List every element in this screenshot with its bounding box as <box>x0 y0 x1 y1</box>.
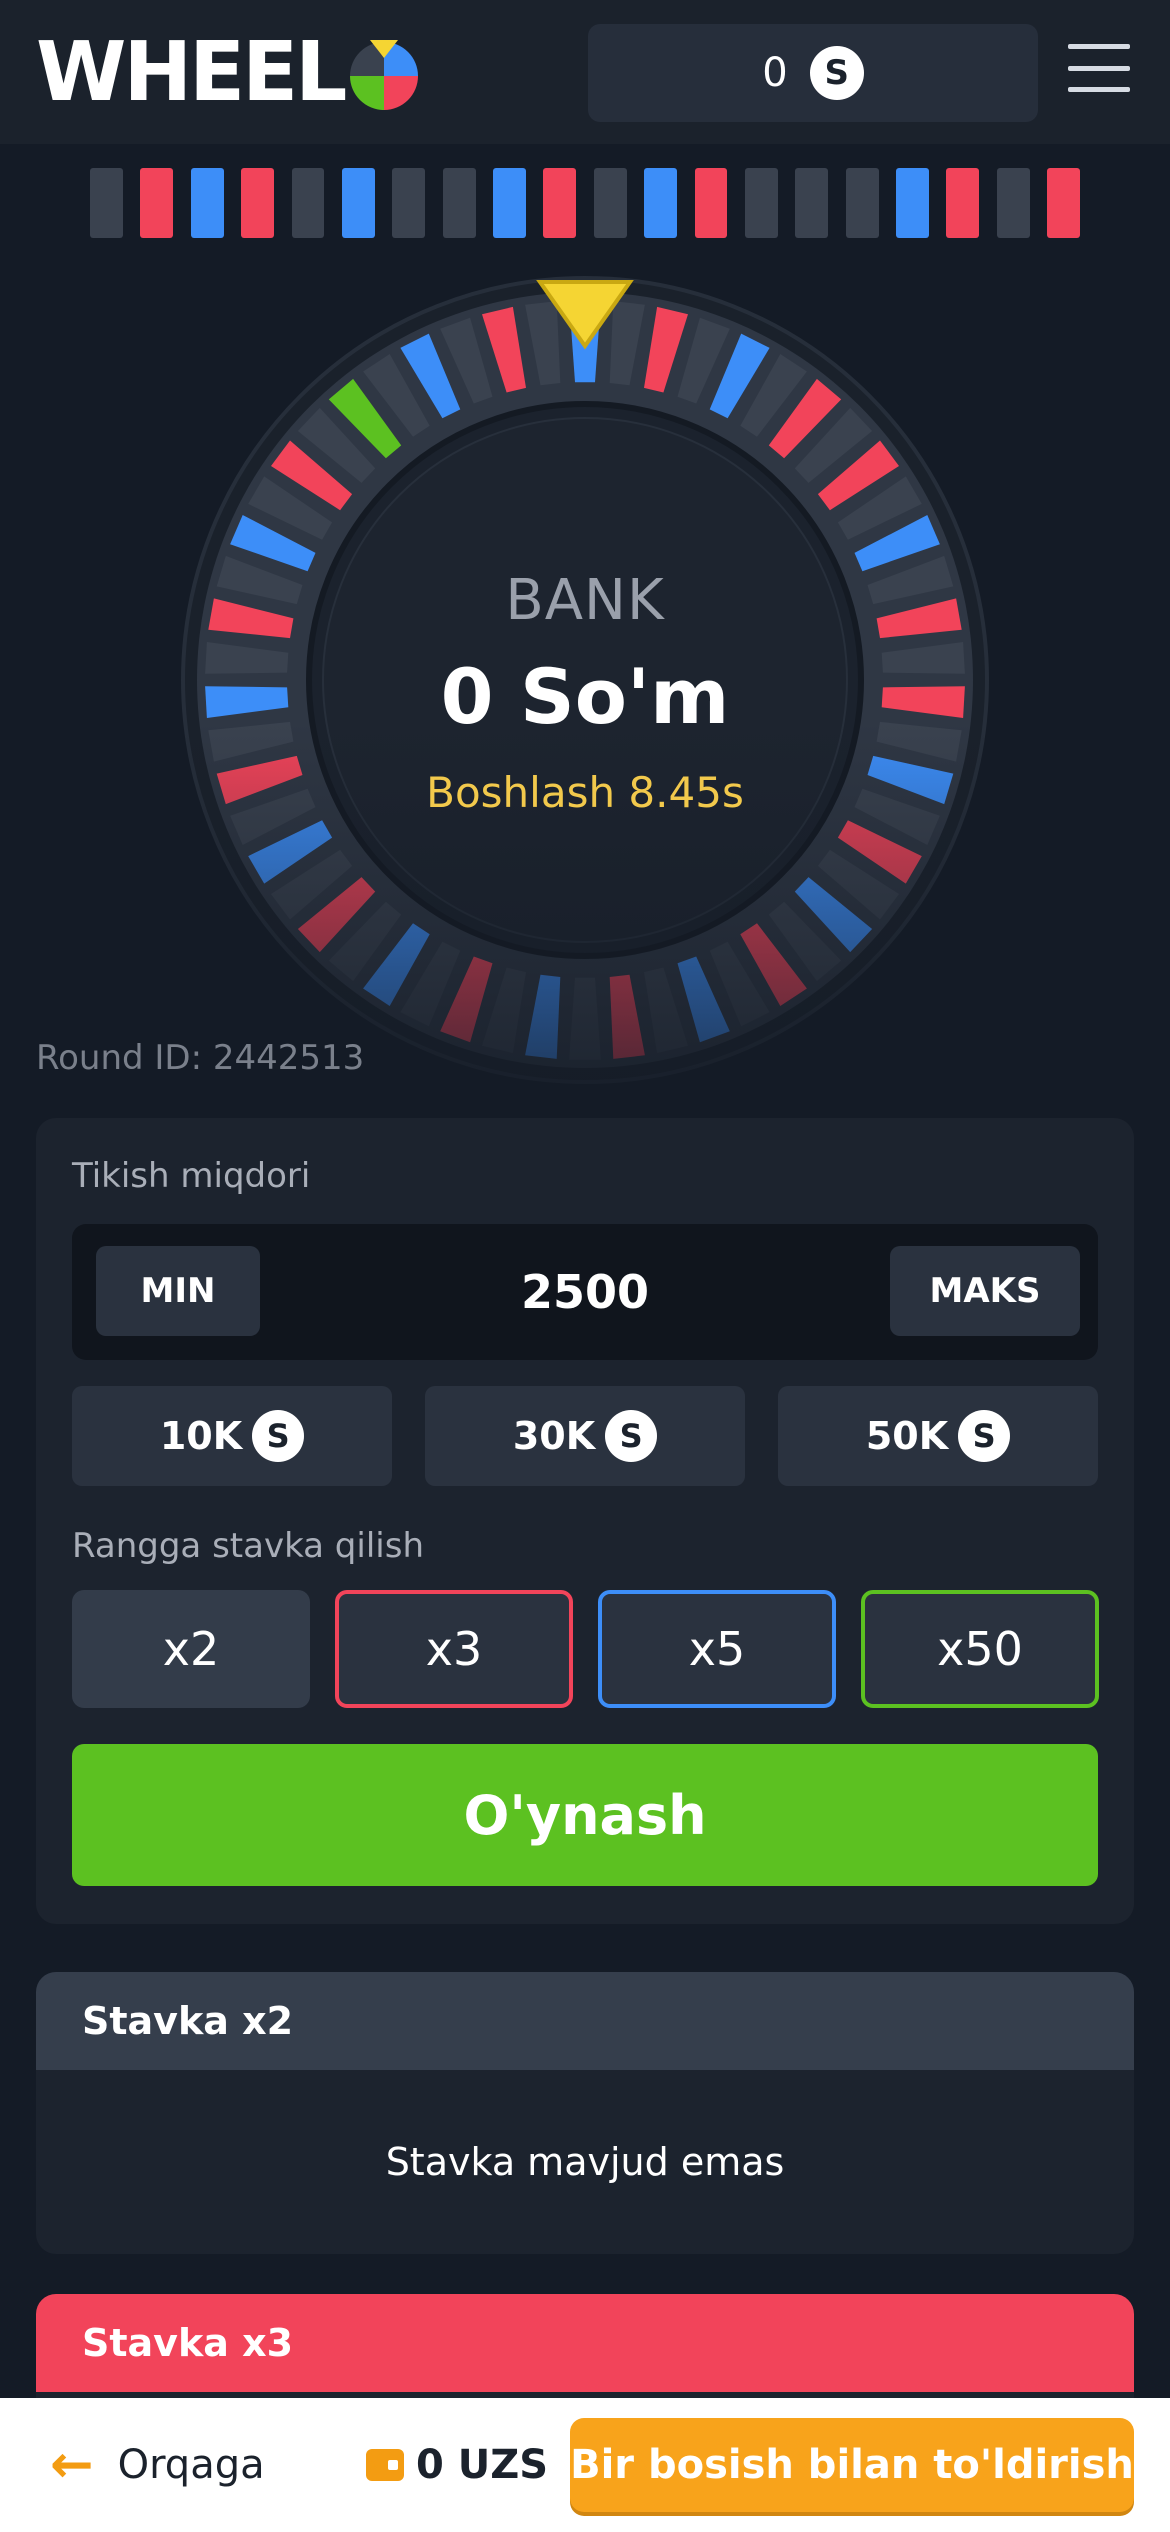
stakes-empty-text: Stavka mavjud emas <box>385 2140 785 2184</box>
quick-bet-30k-button[interactable]: 30K S <box>425 1386 745 1486</box>
history-item-dark <box>845 168 879 238</box>
history-item-red <box>694 168 728 238</box>
bet-x2-button[interactable]: x2 <box>72 1590 310 1708</box>
history-item-blue <box>896 168 929 238</box>
quick-bet-label: 10K <box>159 1414 243 1458</box>
quick-bet-label: 30K <box>512 1414 596 1458</box>
coin-icon: S <box>809 46 864 100</box>
arrow-left-icon: ← <box>50 2435 94 2495</box>
spin-wheel <box>175 270 995 1090</box>
bet-amount-input[interactable]: 2500 <box>372 1224 798 1360</box>
stakes-x2-card: Stavka x2 Stavka mavjud emas <box>36 1972 1134 2254</box>
history-item-blue <box>644 168 678 238</box>
uzs-balance-value: 0 UZS <box>416 2442 549 2488</box>
bet-amount-field: MIN 2500 MAKS <box>72 1224 1098 1360</box>
logo-text: WHEEL <box>36 25 347 120</box>
history-item-blue <box>341 168 375 238</box>
history-item-dark <box>291 168 325 238</box>
wheel-logo-icon <box>350 40 419 110</box>
quick-bet-label: 50K <box>865 1414 949 1458</box>
menu-line <box>1068 87 1130 92</box>
history-item-red <box>1047 168 1081 238</box>
bet-amount-label: Tikish miqdori <box>72 1156 311 1196</box>
hamburger-menu-icon[interactable] <box>1068 44 1130 92</box>
balance-display[interactable]: 0 S <box>588 24 1038 122</box>
history-item-dark <box>795 168 829 238</box>
history-item-red <box>946 168 980 238</box>
wheel-fade <box>175 270 995 1090</box>
history-item-dark <box>442 168 476 238</box>
quick-bet-50k-button[interactable]: 50K S <box>778 1386 1098 1486</box>
coin-icon: S <box>252 1410 305 1462</box>
uzs-balance: 0 UZS <box>366 2398 548 2532</box>
stakes-x3-card: Stavka x3 <box>36 2294 1134 2398</box>
history-item-red <box>140 168 174 238</box>
history-item-blue <box>190 168 224 238</box>
back-label: Orqaga <box>117 2442 265 2488</box>
history-item-dark <box>996 168 1030 238</box>
bottom-bar: ← Orqaga 0 UZS Bir bosish bilan to'ldiri… <box>0 2398 1170 2532</box>
bet-panel: Tikish miqdori MIN 2500 MAKS 10K S 30K S… <box>36 1118 1134 1924</box>
bet-x5-button[interactable]: x5 <box>598 1590 836 1708</box>
balance-value: 0 <box>762 50 788 96</box>
history-item-dark <box>392 168 426 238</box>
quick-bet-10k-button[interactable]: 10K S <box>72 1386 392 1486</box>
logo[interactable]: WHEEL <box>36 28 420 118</box>
history-item-blue <box>493 168 526 238</box>
min-button[interactable]: MIN <box>96 1246 260 1336</box>
topup-button[interactable]: Bir bosish bilan to'ldirish <box>570 2418 1134 2512</box>
stakes-x3-title: Stavka x3 <box>36 2294 1134 2392</box>
history-item-dark <box>744 168 778 238</box>
header: WHEEL 0 S <box>0 0 1170 144</box>
menu-line <box>1068 44 1130 49</box>
coin-icon: S <box>605 1410 658 1462</box>
back-button[interactable]: ← Orqaga <box>50 2398 265 2532</box>
play-button[interactable]: O'ynash <box>72 1744 1098 1886</box>
stakes-x2-title: Stavka x2 <box>36 1972 1134 2070</box>
round-id: Round ID: 2442513 <box>36 1038 365 1078</box>
bet-x3-button[interactable]: x3 <box>335 1590 573 1708</box>
history-item-dark <box>90 168 123 238</box>
wallet-icon <box>366 2449 404 2481</box>
history-item-red <box>543 168 577 238</box>
result-history <box>90 168 1081 238</box>
bet-x50-button[interactable]: x50 <box>861 1590 1099 1708</box>
color-bet-label: Rangga stavka qilish <box>72 1526 424 1566</box>
coin-icon: S <box>958 1410 1011 1462</box>
history-item-dark <box>593 168 627 238</box>
history-item-red <box>241 168 275 238</box>
menu-line <box>1068 65 1130 71</box>
max-button[interactable]: MAKS <box>890 1246 1080 1336</box>
